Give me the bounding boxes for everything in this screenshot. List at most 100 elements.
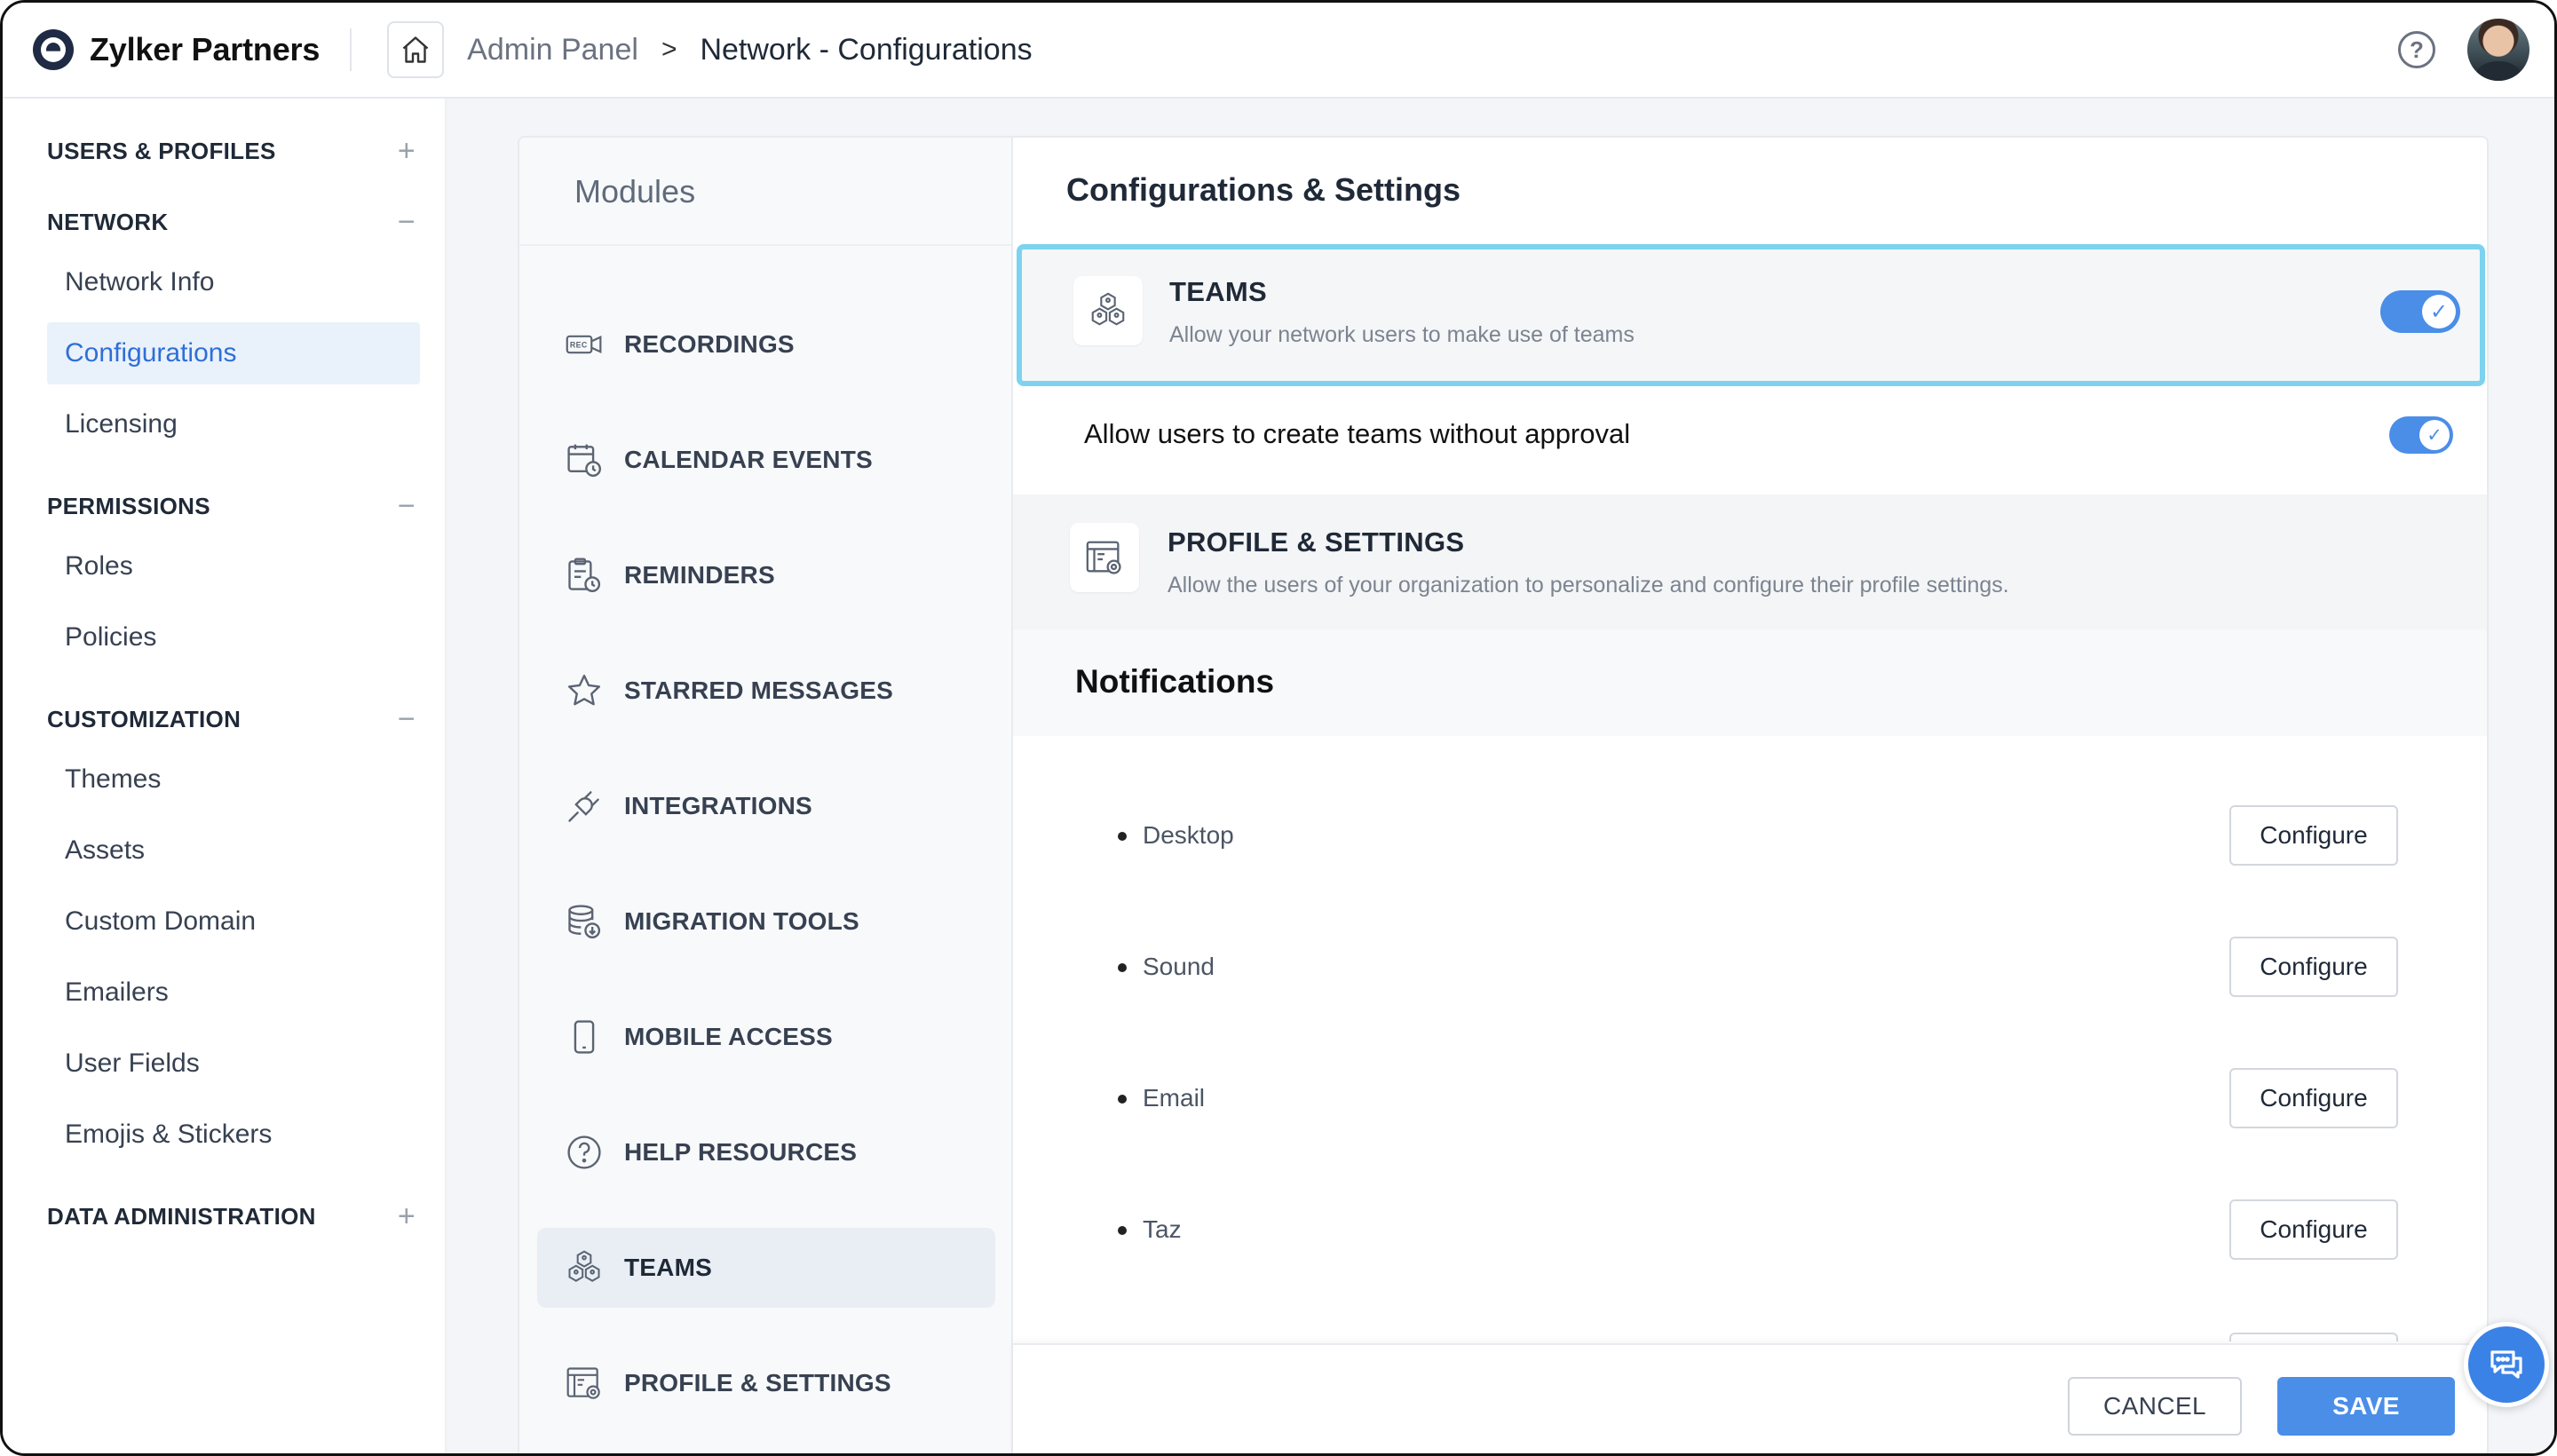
breadcrumb-admin-panel[interactable]: Admin Panel <box>467 33 638 67</box>
sidebar-item-custom-domain[interactable]: Custom Domain <box>47 890 420 953</box>
module-integrations[interactable]: INTEGRATIONS <box>537 766 995 846</box>
sidebar-section-users-profiles[interactable]: USERS & PROFILES + <box>47 134 420 169</box>
sidebar-item-roles[interactable]: Roles <box>47 535 420 597</box>
save-button[interactable]: SAVE <box>2277 1377 2455 1436</box>
module-label: STARRED MESSAGES <box>624 677 893 704</box>
module-migration-tools[interactable]: MIGRATION TOOLS <box>537 882 995 961</box>
teams-icon <box>564 1247 605 1288</box>
sidebar-section-network[interactable]: NETWORK − <box>47 205 420 240</box>
configure-sound-button[interactable]: Configure <box>2229 937 2398 997</box>
notifications-header: Notifications <box>1013 629 2487 736</box>
notification-item-desktop: Desktop Configure <box>1013 802 2487 873</box>
sidebar-section-permissions[interactable]: PERMISSIONS − <box>47 489 420 524</box>
expand-icon[interactable]: + <box>393 134 420 169</box>
home-icon <box>402 36 429 63</box>
profile-settings-row[interactable]: PROFILE & SETTINGS Allow the users of yo… <box>1013 495 2487 629</box>
module-profile-settings[interactable]: PROFILE & SETTINGS <box>537 1343 995 1423</box>
notifications-title: Notifications <box>1075 663 1275 700</box>
notification-item-partial <box>1013 1333 2487 1343</box>
sidebar-item-emojis-stickers[interactable]: Emojis & Stickers <box>47 1104 420 1166</box>
collapse-icon[interactable]: − <box>393 702 420 737</box>
brand[interactable]: Zylker Partners <box>33 29 320 70</box>
notification-item-taz: Taz Configure <box>1013 1196 2487 1267</box>
module-mobile-access[interactable]: MOBILE ACCESS <box>537 997 995 1077</box>
approval-toggle[interactable]: ✓ <box>2389 416 2453 454</box>
module-reminders[interactable]: REMINDERS <box>537 535 995 615</box>
module-label: TEAMS <box>624 1254 712 1281</box>
sidebar-section-customization[interactable]: CUSTOMIZATION − <box>47 702 420 737</box>
section-title: DATA ADMINISTRATION <box>47 1203 316 1230</box>
sidebar-item-assets[interactable]: Assets <box>47 819 420 882</box>
module-starred-messages[interactable]: STARRED MESSAGES <box>537 651 995 731</box>
sidebar-item-policies[interactable]: Policies <box>47 606 420 669</box>
notification-label: Taz <box>1143 1215 1182 1243</box>
topbar-divider <box>350 28 352 71</box>
teams-toggle[interactable]: ✓ <box>2380 290 2460 333</box>
module-label: INTEGRATIONS <box>624 792 812 819</box>
module-teams[interactable]: TEAMS <box>537 1228 995 1308</box>
module-label: REMINDERS <box>624 561 775 589</box>
module-label: CALENDAR EVENTS <box>624 446 873 473</box>
sidebar-item-licensing[interactable]: Licensing <box>47 393 420 455</box>
notification-label: Email <box>1143 1084 1206 1112</box>
sidebar-item-themes[interactable]: Themes <box>47 748 420 811</box>
profile-settings-icon <box>1070 523 1139 592</box>
sidebar-item-emailers[interactable]: Emailers <box>47 961 420 1024</box>
notification-item-email: Email Configure <box>1013 1064 2487 1136</box>
breadcrumb-current: Network - Configurations <box>700 32 1033 67</box>
approval-setting-row: Allow users to create teams without appr… <box>1013 392 2487 480</box>
settings-panel: Configurations & Settings TEAMS Allow yo… <box>1013 138 2487 1453</box>
teams-setting-row: TEAMS Allow your network users to make u… <box>1017 244 2485 386</box>
cancel-button[interactable]: CANCEL <box>2068 1377 2242 1436</box>
form-footer: CANCEL SAVE <box>1013 1343 2487 1453</box>
collapse-icon[interactable]: − <box>393 489 420 524</box>
home-button[interactable] <box>387 21 445 78</box>
teams-description: Allow your network users to make use of … <box>1169 322 1635 347</box>
section-title: NETWORK <box>47 209 169 235</box>
configure-taz-button[interactable]: Configure <box>2229 1199 2398 1260</box>
module-label: RECORDINGS <box>624 330 795 358</box>
avatar[interactable] <box>2467 19 2529 81</box>
notification-label: Desktop <box>1143 821 1234 849</box>
profile-settings-description: Allow the users of your organization to … <box>1168 573 2009 597</box>
notification-item-sound: Sound Configure <box>1013 933 2487 1004</box>
profile-settings-title: PROFILE & SETTINGS <box>1168 526 1465 558</box>
help-icon <box>564 1132 605 1173</box>
configure-desktop-button[interactable]: Configure <box>2229 805 2398 866</box>
sidebar-item-configurations[interactable]: Configurations <box>47 322 420 384</box>
module-recordings[interactable]: REC RECORDINGS <box>537 305 995 384</box>
app-window: Zylker Partners Admin Panel > Network - … <box>0 0 2557 1456</box>
star-icon <box>564 670 605 711</box>
approval-label: Allow users to create teams without appr… <box>1084 418 1631 449</box>
check-icon: ✓ <box>2422 295 2456 328</box>
help-icon[interactable]: ? <box>2398 31 2435 68</box>
bullet <box>1118 1226 1127 1235</box>
collapse-icon[interactable]: − <box>393 205 420 240</box>
sidebar-item-network-info[interactable]: Network Info <box>47 251 420 313</box>
module-calendar-events[interactable]: CALENDAR EVENTS <box>537 420 995 500</box>
teams-icon <box>1073 276 1143 345</box>
brand-logo-icon <box>33 29 74 70</box>
sidebar: USERS & PROFILES + NETWORK − Network Inf… <box>3 99 447 1453</box>
sidebar-item-user-fields[interactable]: User Fields <box>47 1033 420 1095</box>
divider <box>519 244 1011 246</box>
breadcrumb: Admin Panel > Network - Configurations <box>467 33 1032 67</box>
configure-button-partial[interactable] <box>2229 1333 2398 1341</box>
section-title: CUSTOMIZATION <box>47 706 241 732</box>
module-help-resources[interactable]: HELP RESOURCES <box>537 1112 995 1192</box>
check-icon: ✓ <box>2419 420 2450 450</box>
notification-label: Sound <box>1143 953 1215 980</box>
profile-settings-icon <box>564 1363 605 1404</box>
bullet <box>1118 963 1127 972</box>
mobile-icon <box>564 1017 605 1057</box>
modules-panel: Modules REC RECORDINGS CALENDAR EVENTS R… <box>519 138 1013 1453</box>
sidebar-section-data-administration[interactable]: DATA ADMINISTRATION + <box>47 1199 420 1234</box>
settings-title: Configurations & Settings <box>1066 171 1461 208</box>
reminder-icon <box>564 555 605 596</box>
module-label: PROFILE & SETTINGS <box>624 1369 891 1397</box>
chat-button[interactable] <box>2464 1322 2549 1407</box>
plug-icon <box>564 786 605 827</box>
svg-text:REC: REC <box>570 341 588 350</box>
configure-email-button[interactable]: Configure <box>2229 1068 2398 1128</box>
expand-icon[interactable]: + <box>393 1199 420 1234</box>
